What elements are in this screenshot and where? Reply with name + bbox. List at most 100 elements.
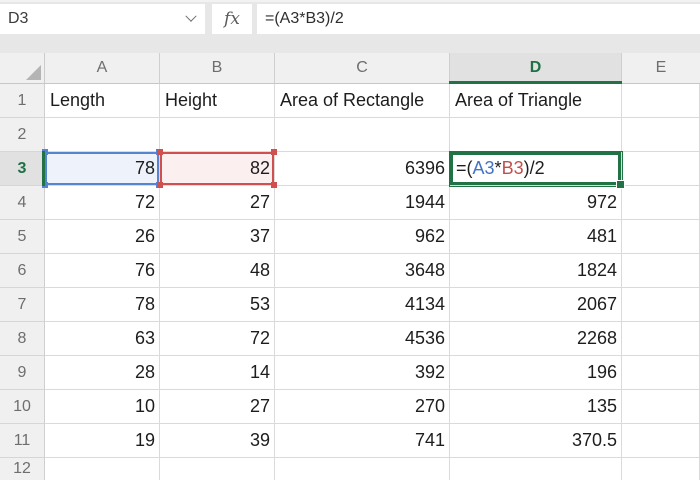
- cell-D4[interactable]: 972: [450, 186, 622, 220]
- cell-D8[interactable]: 2268: [450, 322, 622, 356]
- column-header-E[interactable]: E: [622, 53, 700, 84]
- cell-B6[interactable]: 48: [160, 254, 275, 288]
- cell-B11[interactable]: 39: [160, 424, 275, 458]
- row-header-4[interactable]: 4: [0, 186, 45, 220]
- row-header-5[interactable]: 5: [0, 220, 45, 254]
- cell-E5[interactable]: [622, 220, 700, 254]
- row-header-1[interactable]: 1: [0, 84, 45, 118]
- cell-C9[interactable]: 392: [275, 356, 450, 390]
- cell-B7[interactable]: 53: [160, 288, 275, 322]
- cell-E8[interactable]: [622, 322, 700, 356]
- chevron-down-icon[interactable]: [185, 11, 196, 22]
- cell-A8[interactable]: 63: [45, 322, 160, 356]
- column-header-C[interactable]: C: [275, 53, 450, 84]
- cell-E1[interactable]: [622, 84, 700, 118]
- row-header-label: 10: [13, 398, 31, 416]
- cell-E11[interactable]: [622, 424, 700, 458]
- row-header-7[interactable]: 7: [0, 288, 45, 322]
- cell-A12[interactable]: [45, 458, 160, 480]
- formula-token: )/2: [524, 158, 545, 179]
- cell-D2[interactable]: [450, 118, 622, 152]
- row-header-8[interactable]: 8: [0, 322, 45, 356]
- reference-handle[interactable]: [157, 149, 163, 155]
- cell-value: Length: [50, 90, 105, 111]
- cell-A3[interactable]: 78: [45, 152, 160, 186]
- cell-E9[interactable]: [622, 356, 700, 390]
- cell-C2[interactable]: [275, 118, 450, 152]
- formula-bar-chrome: D3 fx =(A3*B3)/2: [0, 0, 700, 53]
- cell-value: 196: [587, 362, 617, 383]
- cell-B1[interactable]: Height: [160, 84, 275, 118]
- row-header-10[interactable]: 10: [0, 390, 45, 424]
- cell-E3[interactable]: [622, 152, 700, 186]
- row-header-11[interactable]: 11: [0, 424, 45, 458]
- reference-handle[interactable]: [271, 149, 277, 155]
- cell-E7[interactable]: [622, 288, 700, 322]
- cell-D12[interactable]: [450, 458, 622, 480]
- cell-B8[interactable]: 72: [160, 322, 275, 356]
- cell-B12[interactable]: [160, 458, 275, 480]
- cell-A1[interactable]: Length: [45, 84, 160, 118]
- cell-C7[interactable]: 4134: [275, 288, 450, 322]
- row-header-3[interactable]: 3: [0, 152, 45, 186]
- cell-D9[interactable]: 196: [450, 356, 622, 390]
- cell-D5[interactable]: 481: [450, 220, 622, 254]
- cell-A6[interactable]: 76: [45, 254, 160, 288]
- cell-C4[interactable]: 1944: [275, 186, 450, 220]
- cell-C6[interactable]: 3648: [275, 254, 450, 288]
- cell-B5[interactable]: 37: [160, 220, 275, 254]
- row-header-label: 12: [13, 460, 31, 478]
- reference-handle[interactable]: [271, 182, 277, 188]
- cell-D11[interactable]: 370.5: [450, 424, 622, 458]
- column-header-B[interactable]: B: [160, 53, 275, 84]
- row-header-label: 9: [18, 364, 27, 382]
- cell-value: 4536: [405, 328, 445, 349]
- row-header-label: 3: [18, 160, 27, 178]
- cell-value: 1944: [405, 192, 445, 213]
- reference-handle[interactable]: [157, 182, 163, 188]
- cell-B10[interactable]: 27: [160, 390, 275, 424]
- cell-B2[interactable]: [160, 118, 275, 152]
- cell-E6[interactable]: [622, 254, 700, 288]
- cell-A5[interactable]: 26: [45, 220, 160, 254]
- cell-A10[interactable]: 10: [45, 390, 160, 424]
- select-all-button[interactable]: [0, 53, 45, 84]
- cell-A11[interactable]: 19: [45, 424, 160, 458]
- cell-E12[interactable]: [622, 458, 700, 480]
- cell-B3[interactable]: 82: [160, 152, 275, 186]
- cell-A4[interactable]: 72: [45, 186, 160, 220]
- cell-C5[interactable]: 962: [275, 220, 450, 254]
- cell-E4[interactable]: [622, 186, 700, 220]
- cell-D10[interactable]: 135: [450, 390, 622, 424]
- cell-D3[interactable]: =(A3*B3)/2: [450, 152, 622, 186]
- row-header-label: 1: [18, 92, 27, 110]
- cell-B9[interactable]: 14: [160, 356, 275, 390]
- column-header-D[interactable]: D: [450, 53, 622, 84]
- column-header-A[interactable]: A: [45, 53, 160, 84]
- cell-C8[interactable]: 4536: [275, 322, 450, 356]
- row-9: 9 2814392 196: [0, 356, 700, 390]
- select-all-triangle-icon: [26, 65, 41, 80]
- cell-D7[interactable]: 2067: [450, 288, 622, 322]
- cell-A7[interactable]: 78: [45, 288, 160, 322]
- row-header-12[interactable]: 12: [0, 458, 45, 480]
- cell-C3[interactable]: 6396: [275, 152, 450, 186]
- cell-C12[interactable]: [275, 458, 450, 480]
- cell-E2[interactable]: [622, 118, 700, 152]
- name-box[interactable]: D3: [0, 4, 205, 34]
- cell-C10[interactable]: 270: [275, 390, 450, 424]
- cell-C11[interactable]: 741: [275, 424, 450, 458]
- fill-handle[interactable]: [616, 180, 625, 189]
- insert-function-button[interactable]: fx: [212, 4, 252, 34]
- row-header-9[interactable]: 9: [0, 356, 45, 390]
- cell-D1[interactable]: Area of Triangle: [450, 84, 622, 118]
- row-header-2[interactable]: 2: [0, 118, 45, 152]
- row-header-6[interactable]: 6: [0, 254, 45, 288]
- cell-A9[interactable]: 28: [45, 356, 160, 390]
- cell-A2[interactable]: [45, 118, 160, 152]
- cell-B4[interactable]: 27: [160, 186, 275, 220]
- formula-bar-input[interactable]: =(A3*B3)/2: [257, 4, 700, 34]
- cell-D6[interactable]: 1824: [450, 254, 622, 288]
- cell-C1[interactable]: Area of Rectangle: [275, 84, 450, 118]
- cell-E10[interactable]: [622, 390, 700, 424]
